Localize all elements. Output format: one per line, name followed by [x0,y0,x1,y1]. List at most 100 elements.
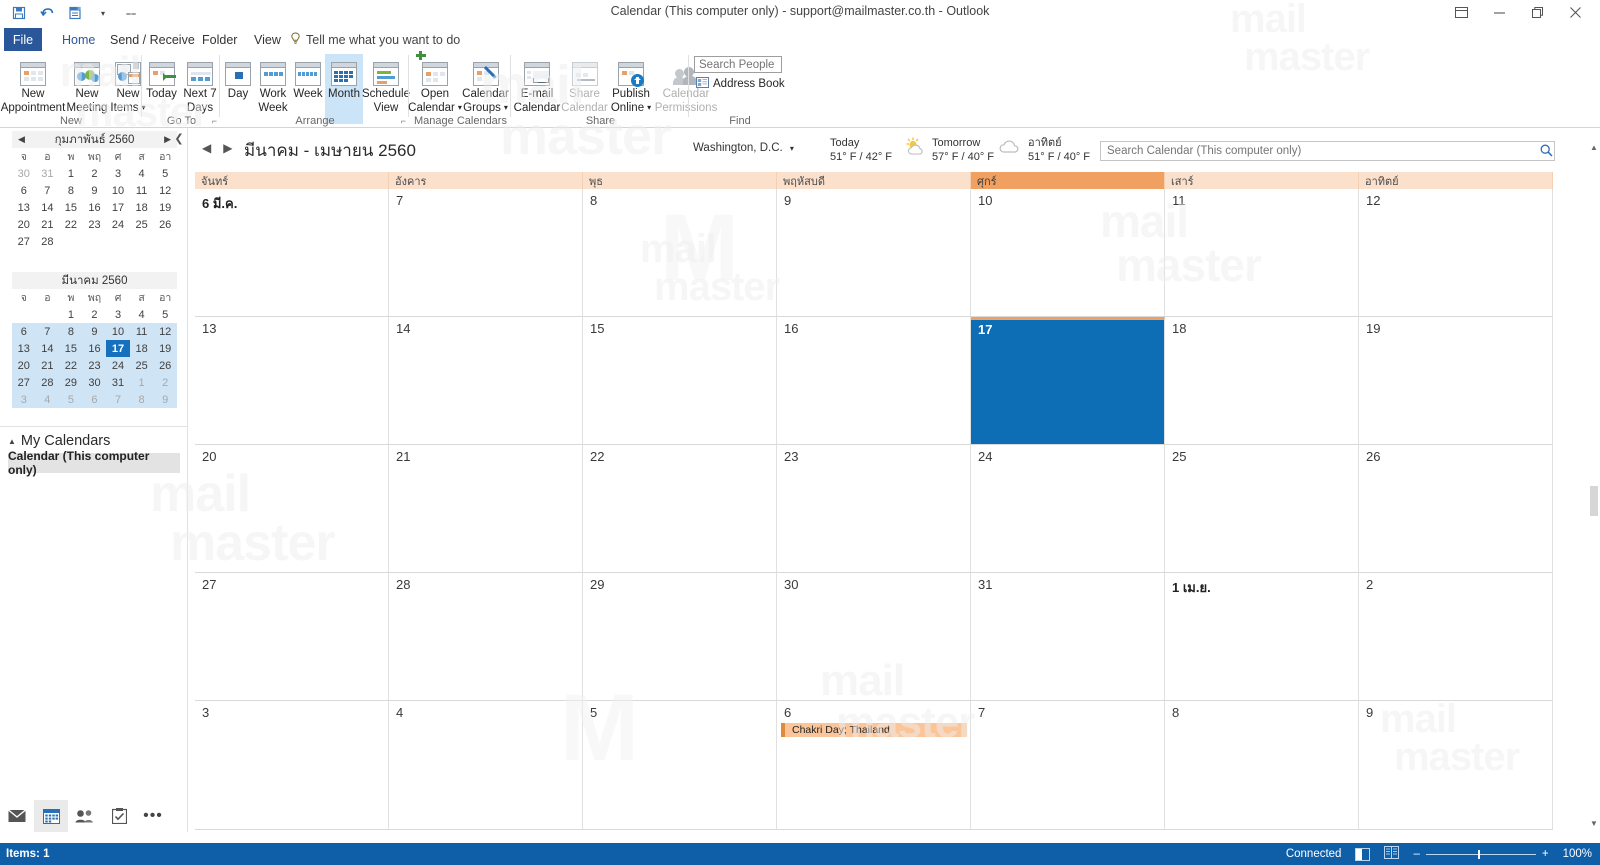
day-cell[interactable]: 20 [195,445,389,573]
calendar-scrollbar[interactable]: ▲ ▼ [1588,140,1600,830]
day-cell[interactable]: 14 [389,317,583,445]
mini-day[interactable]: 29 [59,374,83,391]
day-cell[interactable]: 16 [777,317,971,445]
day-cell[interactable]: 5 [583,701,777,830]
day-cell[interactable]: 7 [971,701,1165,830]
publish-online-button[interactable]: Publish Online ▾ [607,54,655,114]
mini-day[interactable]: 7 [106,391,130,408]
mini-day[interactable]: 30 [12,165,36,182]
ribbon-tabs[interactable]: File Home Send / Receive Folder View Tel… [0,28,1600,51]
mini-day[interactable]: 28 [36,233,60,250]
zoom-track[interactable] [1425,849,1536,859]
mini-day[interactable]: 11 [129,323,154,340]
day-cell[interactable]: 28 [389,573,583,701]
weather-tomorrow[interactable]: Tomorrow 57° F / 40° F [904,136,994,164]
calendar-groups-button[interactable]: Calendar Groups ▾ [460,54,511,114]
mini-day[interactable]: 5 [59,391,83,408]
search-icon[interactable] [1540,144,1553,160]
mini-day[interactable]: 8 [129,391,154,408]
tab-send-receive[interactable]: Send / Receive [100,28,205,51]
mini-day[interactable]: 4 [130,306,154,323]
mini-day[interactable]: 18 [129,340,154,357]
mini-day[interactable]: 19 [153,340,177,357]
day-cell-selected[interactable]: 17 [971,317,1165,445]
mini-day[interactable]: 26 [153,216,177,233]
mini-day[interactable]: 31 [36,165,60,182]
nav-mail-icon[interactable] [0,800,34,832]
calendar-nav-arrows[interactable]: ◀ ▶ [202,141,232,155]
day-cell[interactable]: 8 [1165,701,1359,830]
search-people-input[interactable] [694,56,782,73]
mini-day[interactable]: 13 [12,199,36,216]
week-view-button[interactable]: Week [291,54,325,100]
mini-day[interactable]: 2 [83,306,107,323]
nav-tasks-icon[interactable] [102,800,136,832]
day-cell[interactable]: 15 [583,317,777,445]
mini-day[interactable]: 13 [12,340,36,357]
module-navigation-bar[interactable]: ••• [0,800,188,832]
mini-day[interactable]: 25 [129,357,154,374]
day-cell[interactable]: 29 [583,573,777,701]
normal-view-icon[interactable] [1355,847,1371,861]
day-cell[interactable]: 10 [971,189,1165,317]
mini-day[interactable]: 3 [106,165,130,182]
restore-icon[interactable] [1518,0,1556,25]
day-cell[interactable]: 6 มี.ค. [195,189,389,317]
mini-day[interactable]: 26 [153,357,177,374]
mini-day[interactable]: 14 [36,199,60,216]
mini-day[interactable]: 24 [106,216,130,233]
chevron-down-icon[interactable]: ▾ [504,104,508,112]
tab-file[interactable]: File [4,28,42,51]
nav-people-icon[interactable] [68,800,102,832]
mini-day[interactable]: 12 [153,323,177,340]
mini-day[interactable]: 21 [35,357,60,374]
mini-day[interactable]: 2 [153,374,177,391]
mini-day[interactable]: 24 [106,357,130,374]
day-cell[interactable]: 26 [1359,445,1553,573]
day-cell[interactable]: 3 [195,701,389,830]
mini-day[interactable]: 16 [83,199,107,216]
mini-day[interactable]: 20 [12,357,36,374]
tab-home[interactable]: Home [52,28,105,51]
arrange-dialog-launcher[interactable]: ⌐ [401,116,406,126]
mini-day-today[interactable]: 17 [106,340,130,357]
mini-day[interactable]: 9 [153,391,177,408]
reading-view-icon[interactable] [1384,846,1400,862]
mini-calendar-grid[interactable]: จ อ พ พฤ ศ ส อา 1 2 3 4 5 6 7 8 9 10 11 … [12,289,177,408]
mini-day[interactable]: 7 [35,323,60,340]
scroll-down-icon[interactable]: ▼ [1588,816,1600,830]
mini-day[interactable]: 19 [153,199,177,216]
mini-day[interactable]: 22 [59,216,83,233]
calendar-list-item[interactable]: Calendar (This computer only) [8,449,180,477]
day-cell[interactable]: 23 [777,445,971,573]
month-view-button[interactable]: Month [325,54,363,124]
mini-day[interactable]: 27 [12,233,36,250]
open-calendar-button[interactable]: Open Calendar ▾ [408,51,462,114]
day-cell[interactable]: 7 [389,189,583,317]
next-month-icon[interactable]: ▶ [164,134,171,145]
tab-view[interactable]: View [244,28,291,51]
mini-day[interactable]: 7 [36,182,60,199]
mini-day[interactable]: 17 [106,199,130,216]
mini-day[interactable]: 12 [153,182,177,199]
scrollbar-thumb[interactable] [1590,486,1598,516]
my-calendars-header[interactable]: ▲ My Calendars [8,433,110,449]
zoom-knob[interactable] [1477,849,1480,859]
search-calendar-input[interactable] [1100,141,1555,161]
mini-day[interactable]: 9 [83,182,107,199]
day-cell[interactable]: 1 เม.ย. [1165,573,1359,701]
mini-day[interactable]: 18 [130,199,154,216]
mini-day[interactable]: 4 [130,165,154,182]
goto-dialog-launcher[interactable]: ⌐ [212,116,217,126]
prev-month-icon[interactable]: ◀ [18,134,25,145]
mini-day[interactable]: 31 [106,374,130,391]
mini-day[interactable]: 20 [12,216,36,233]
day-cell[interactable]: 19 [1359,317,1553,445]
mini-day[interactable]: 2 [83,165,107,182]
mini-day[interactable]: 1 [59,165,83,182]
tab-folder[interactable]: Folder [192,28,247,51]
mini-day[interactable]: 5 [153,165,177,182]
day-cell[interactable]: 18 [1165,317,1359,445]
day-cell[interactable]: 4 [389,701,583,830]
window-controls[interactable] [1442,0,1594,25]
